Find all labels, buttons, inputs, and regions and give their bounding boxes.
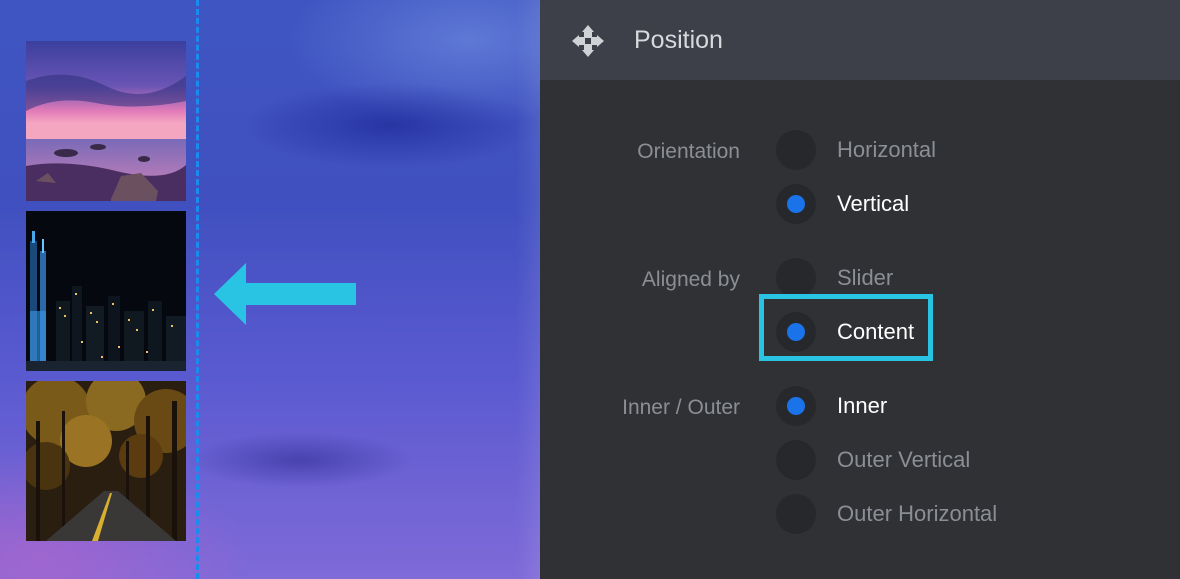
position-settings-panel: Position Orientation Horizontal Vertical… bbox=[540, 0, 1180, 579]
option-label: Outer Vertical bbox=[837, 447, 971, 472]
thumbnail-seascape-sunset[interactable] bbox=[26, 41, 186, 201]
option-label: Inner bbox=[837, 393, 888, 418]
panel-header: Position bbox=[540, 0, 1180, 80]
orientation-label: Orientation bbox=[637, 140, 740, 163]
content-option-highlight bbox=[759, 294, 933, 361]
option-label: Slider bbox=[837, 265, 894, 290]
move-arrows-icon bbox=[572, 25, 604, 57]
option-label: Horizontal bbox=[837, 137, 937, 162]
inner-outer-label: Inner / Outer bbox=[622, 396, 740, 419]
radio-circle[interactable] bbox=[776, 494, 816, 534]
alignment-guide-line bbox=[196, 0, 199, 579]
aligned-by-label: Aligned by bbox=[641, 268, 740, 291]
radio-circle-selected[interactable] bbox=[776, 386, 816, 426]
slider-preview bbox=[0, 0, 540, 579]
thumbnail-forest-road[interactable] bbox=[26, 381, 186, 541]
arrow-left-icon bbox=[214, 263, 356, 325]
option-label: Vertical bbox=[837, 191, 910, 216]
radio-circle[interactable] bbox=[776, 130, 816, 170]
seascape-image bbox=[26, 41, 186, 201]
radio-circle[interactable] bbox=[776, 258, 816, 298]
forest-road-image bbox=[26, 381, 186, 541]
radio-circle-selected[interactable] bbox=[776, 184, 816, 224]
thumbnail-city-night[interactable] bbox=[26, 211, 186, 371]
city-night-image bbox=[26, 211, 186, 371]
panel-title: Position bbox=[634, 26, 723, 54]
radio-circle[interactable] bbox=[776, 440, 816, 480]
option-label: Outer Horizontal bbox=[837, 501, 998, 526]
